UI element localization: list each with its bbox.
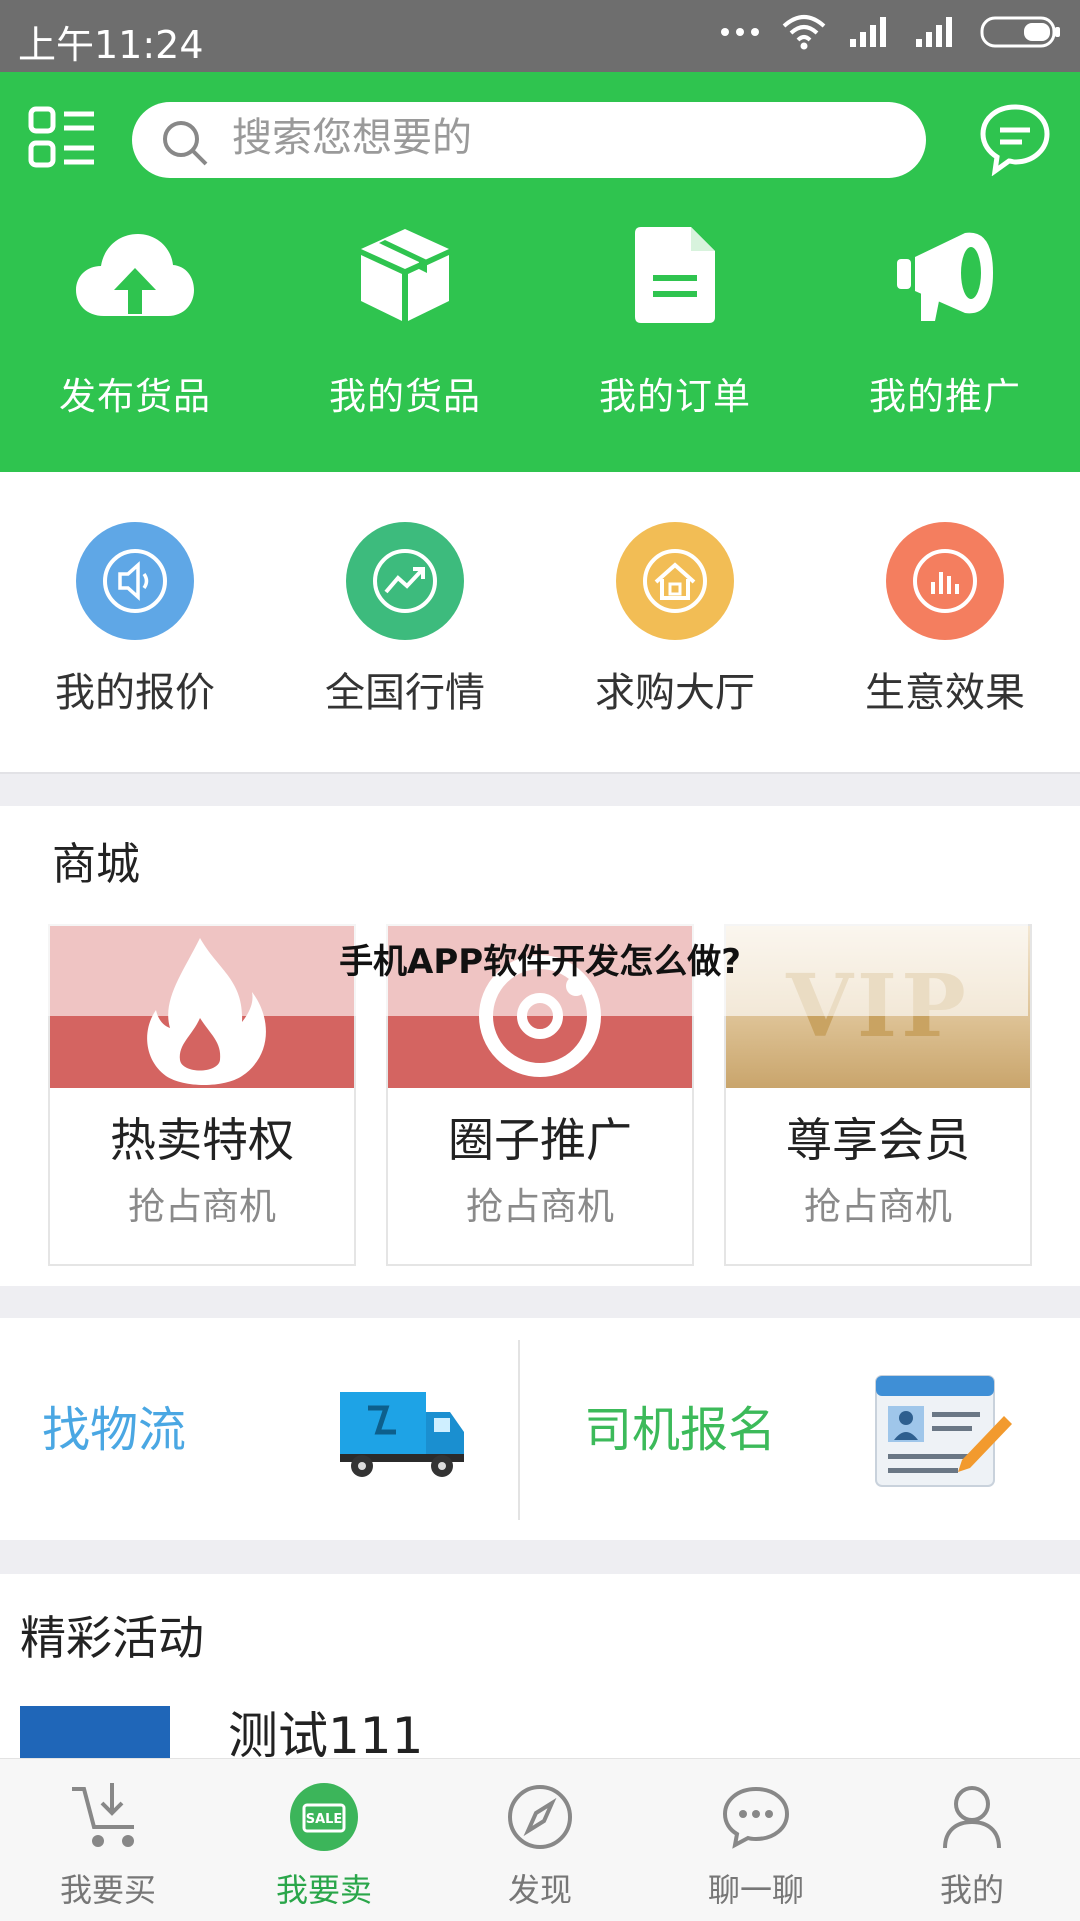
tab-chat[interactable]: 聊一聊 (648, 1759, 864, 1921)
menu-button[interactable] (28, 106, 98, 170)
mall-card-subtitle: 抢占商机 (466, 1185, 614, 1228)
header: 搜索您想要的 发布货品 我的货品 我的订单 我的推广 (0, 72, 1080, 472)
driver-signup-label: 司机报名 (584, 1402, 777, 1458)
chat-bubble-icon (722, 1786, 790, 1849)
box-icon (361, 229, 449, 321)
mall-card-subtitle: 抢占商机 (804, 1185, 952, 1228)
tab-label: 我要买 (59, 1871, 156, 1909)
sale-icon: SALE (290, 1783, 358, 1851)
tab-discover[interactable]: 发现 (432, 1759, 648, 1921)
shortcut-label: 求购大厅 (595, 670, 755, 716)
activity-thumbnail[interactable] (20, 1706, 170, 1762)
quick-action-label: 发布货品 (59, 375, 211, 418)
search-input[interactable]: 搜索您想要的 (132, 102, 926, 178)
shortcut-circle (886, 522, 1004, 640)
logistics-section: 找物流 司机报名 (0, 1318, 1080, 1540)
wifi-icon (782, 15, 826, 50)
id-card-icon (875, 1375, 1012, 1487)
megaphone-icon (897, 232, 993, 321)
status-time: 上午11:24 (18, 23, 204, 67)
truck-icon (340, 1392, 464, 1477)
quick-action-my-promotion[interactable]: 我的推广 (810, 220, 1080, 420)
quick-action-publish[interactable]: 发布货品 (0, 220, 270, 420)
tab-label: 我的 (939, 1871, 1004, 1909)
find-logistics-label: 找物流 (42, 1402, 187, 1458)
trend-icon (373, 549, 437, 613)
shortcut-business-effect[interactable]: 生意效果 (810, 522, 1080, 718)
document-icon (635, 227, 715, 323)
house-icon (643, 549, 707, 613)
tab-sell[interactable]: SALE 我要卖 (216, 1759, 432, 1921)
bottom-tab-bar: 我要买 SALE 我要卖 发现 聊一聊 我的 (0, 1758, 1080, 1921)
status-bar: 上午11:24 (0, 0, 1080, 72)
signal-icon-2 (916, 17, 952, 47)
message-icon (980, 104, 1050, 177)
user-icon (943, 1786, 1001, 1849)
tab-label: 聊一聊 (707, 1871, 804, 1909)
quick-action-label: 我的推广 (869, 375, 1021, 418)
svg-text:SALE: SALE (306, 1812, 343, 1827)
quick-action-label: 我的订单 (599, 375, 751, 418)
quick-action-my-orders[interactable]: 我的订单 (540, 220, 810, 420)
mall-section: 商城 热卖特权 抢占商机 圈子推广 抢占商机 VIP 尊享会员 抢占商机 (0, 806, 1080, 1286)
tab-buy[interactable]: 我要买 (0, 1759, 216, 1921)
tab-label: 我要卖 (275, 1871, 372, 1909)
cart-icon (72, 1783, 134, 1847)
mall-title: 商城 (52, 839, 140, 890)
watermark-text: 手机APP软件开发怎么做? (339, 942, 741, 982)
shortcut-section: 我的报价 全国行情 求购大厅 生意效果 (0, 472, 1080, 774)
mall-card-title: 热卖特权 (110, 1113, 294, 1167)
shortcut-label: 生意效果 (865, 670, 1025, 716)
driver-signup-button[interactable]: 司机报名 (520, 1318, 1080, 1540)
battery-icon (980, 16, 1060, 48)
shortcut-circle (76, 522, 194, 640)
shortcut-purchase-hall[interactable]: 求购大厅 (540, 522, 810, 718)
mall-card-title: 尊享会员 (786, 1113, 970, 1167)
quick-action-my-goods[interactable]: 我的货品 (270, 220, 540, 420)
tab-mine[interactable]: 我的 (864, 1759, 1080, 1921)
search-icon (163, 121, 208, 166)
cloud-upload-icon (76, 234, 194, 316)
activities-section: 精彩活动 测试111 (0, 1574, 1080, 1765)
message-button[interactable] (978, 102, 1052, 177)
search-placeholder: 搜索您想要的 (232, 115, 472, 161)
menu-grid-icon (28, 106, 94, 168)
more-dots-icon (721, 28, 759, 36)
find-logistics-button[interactable]: 找物流 (0, 1318, 520, 1540)
activities-title: 精彩活动 (20, 1611, 204, 1665)
mall-card-subtitle: 抢占商机 (128, 1185, 276, 1228)
shortcut-my-quote[interactable]: 我的报价 (0, 522, 270, 718)
signal-icon (850, 17, 886, 47)
shortcut-circle (616, 522, 734, 640)
mall-card-title: 圈子推广 (448, 1113, 632, 1167)
bar-chart-icon (913, 549, 977, 613)
tab-label: 发现 (507, 1871, 572, 1909)
shortcut-label: 我的报价 (55, 670, 215, 716)
shortcut-national-market[interactable]: 全国行情 (270, 522, 540, 718)
quick-action-label: 我的货品 (329, 375, 481, 418)
speaker-icon (103, 549, 167, 613)
compass-icon (508, 1785, 572, 1849)
status-icons (720, 14, 1062, 50)
shortcut-circle (346, 522, 464, 640)
shortcut-label: 全国行情 (325, 670, 485, 716)
